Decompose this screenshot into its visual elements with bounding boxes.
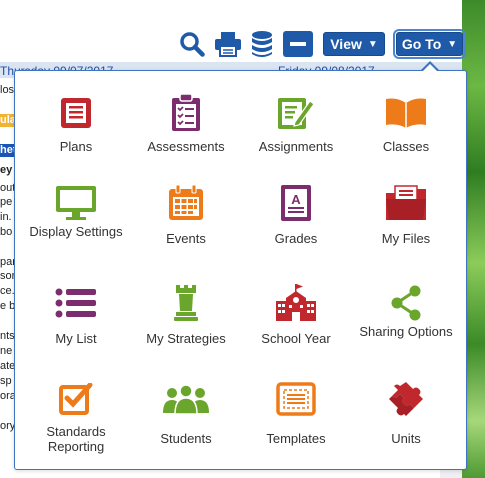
menu-item-label: Units xyxy=(391,431,421,446)
goto-button-label: Go To xyxy=(401,36,442,52)
menu-item-assessments[interactable]: Assessments xyxy=(131,91,241,183)
caret-down-icon: ▼ xyxy=(367,38,378,50)
menu-item-units[interactable]: Units xyxy=(351,377,461,469)
menu-item-label: Students xyxy=(160,431,212,446)
list-icon xyxy=(21,281,131,325)
menu-item-label: My Files xyxy=(381,231,431,246)
menu-item-label: Display Settings xyxy=(29,224,123,239)
database-icon[interactable] xyxy=(248,30,276,58)
menu-item-assignments[interactable]: Assignments xyxy=(241,91,351,183)
assignment-edit-icon xyxy=(241,91,351,135)
menu-item-classes[interactable]: Classes xyxy=(351,91,461,183)
svg-text:A: A xyxy=(291,192,301,207)
dropdown-pointer-inner xyxy=(423,64,437,71)
menu-item-label: Sharing Options xyxy=(359,324,453,339)
menu-item-label: School Year xyxy=(261,331,331,346)
menu-item-label: Plans xyxy=(59,139,93,154)
clipboard-icon xyxy=(131,91,241,135)
menu-item-label: Classes xyxy=(382,139,430,154)
checkbox-icon xyxy=(21,377,131,421)
goto-button[interactable]: Go To ▼ xyxy=(393,29,466,59)
monitor-icon xyxy=(21,181,131,225)
menu-item-label: Assessments xyxy=(147,139,225,154)
menu-item-label: My List xyxy=(55,331,97,346)
menu-item-school-year[interactable]: School Year xyxy=(241,281,351,373)
goto-dropdown-menu: Plans Assessments Assignments Classes Di… xyxy=(14,70,467,470)
calendar-icon xyxy=(131,181,241,225)
menu-item-grades[interactable]: A Grades xyxy=(241,181,351,273)
menu-item-students[interactable]: Students xyxy=(131,377,241,469)
plans-icon xyxy=(21,91,131,135)
view-button[interactable]: View ▼ xyxy=(323,32,385,56)
menu-item-label: Assignments xyxy=(258,139,334,154)
menu-item-templates[interactable]: Templates xyxy=(241,377,351,469)
users-icon xyxy=(131,377,241,421)
puzzle-icon xyxy=(351,377,461,421)
menu-item-my-list[interactable]: My List xyxy=(21,281,131,373)
menu-item-label: My Strategies xyxy=(146,331,226,346)
search-icon[interactable] xyxy=(178,30,206,58)
menu-item-sharing-options[interactable]: Sharing Options xyxy=(351,281,461,373)
menu-item-label: Templates xyxy=(266,431,326,446)
menu-item-my-files[interactable]: My Files xyxy=(351,181,461,273)
chess-rook-icon xyxy=(131,281,241,325)
menu-item-label: Standards Reporting xyxy=(46,424,106,454)
menu-item-plans[interactable]: Plans xyxy=(21,91,131,183)
grade-document-icon: A xyxy=(241,181,351,225)
share-icon xyxy=(351,281,461,325)
menu-item-standards-reporting[interactable]: Standards Reporting xyxy=(21,377,131,469)
menu-item-display-settings[interactable]: Display Settings xyxy=(21,181,131,273)
template-icon xyxy=(241,377,351,421)
view-button-label: View xyxy=(330,36,362,52)
folder-icon xyxy=(351,181,461,225)
caret-down-icon: ▼ xyxy=(447,38,458,50)
school-building-icon xyxy=(241,281,351,325)
menu-item-events[interactable]: Events xyxy=(131,181,241,273)
menu-item-label: Events xyxy=(166,231,206,246)
menu-item-label: Grades xyxy=(274,231,318,246)
menu-item-my-strategies[interactable]: My Strategies xyxy=(131,281,241,373)
printer-icon[interactable] xyxy=(214,30,242,58)
minus-icon[interactable] xyxy=(283,31,313,57)
menu-grid: Plans Assessments Assignments Classes Di… xyxy=(15,71,468,471)
open-book-icon xyxy=(351,91,461,135)
